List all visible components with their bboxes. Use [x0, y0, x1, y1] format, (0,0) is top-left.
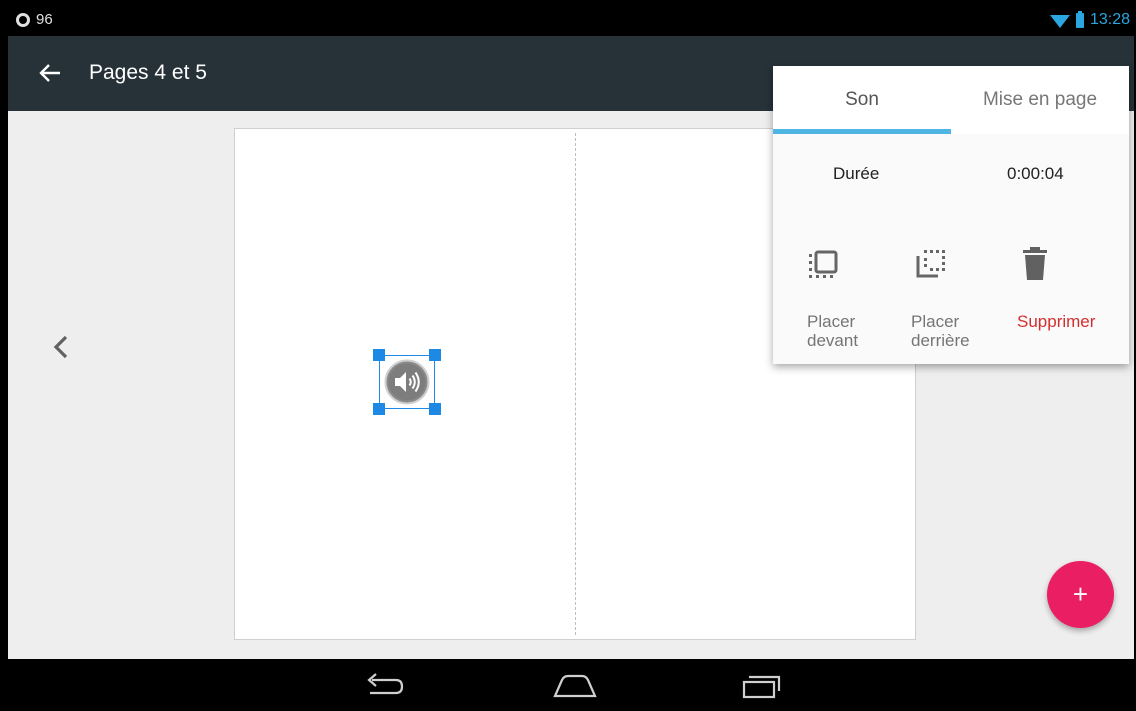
status-bar: 96 13:28 — [8, 8, 1134, 36]
notification-circle-icon — [16, 12, 30, 27]
tab-son[interactable]: Son — [773, 66, 951, 134]
trash-icon — [1021, 246, 1049, 287]
send-back-label-line1: Placer — [911, 312, 960, 331]
chevron-left-icon[interactable] — [46, 329, 76, 365]
duration-label: Durée — [833, 164, 880, 183]
delete-label: Supprimer — [1017, 312, 1096, 331]
add-element-button[interactable]: + — [1047, 561, 1114, 628]
bring-front-icon — [807, 246, 843, 287]
page-fold-divider — [575, 133, 576, 635]
bring-front-label-line2: devant — [807, 331, 859, 350]
element-options-popup: Son Mise en page Durée 0:00:04 Placer de… — [773, 66, 1129, 364]
popup-tabs: Son Mise en page — [773, 66, 1129, 134]
wifi-icon — [1049, 14, 1070, 28]
battery-icon — [1075, 10, 1084, 28]
status-system: 13:28 — [1049, 10, 1130, 29]
back-arrow-icon[interactable] — [38, 58, 64, 88]
status-clock: 13:28 — [1089, 11, 1130, 28]
nav-recents-icon[interactable] — [741, 672, 781, 705]
notification-count: 96 — [36, 11, 53, 28]
send-back-label: Placer derrière — [911, 312, 970, 350]
resize-handle-top-right[interactable] — [429, 349, 441, 361]
page-title: Pages 4 et 5 — [89, 61, 207, 84]
bring-front-label-line1: Placer — [807, 312, 856, 331]
system-nav-bar — [8, 659, 1134, 711]
tab-mise-en-page[interactable]: Mise en page — [951, 66, 1129, 134]
speaker-icon — [384, 359, 430, 405]
nav-home-icon[interactable] — [552, 672, 598, 705]
screen: 96 13:28 Pages 4 et 5 + Son Mise en page… — [0, 0, 1136, 711]
active-tab-indicator — [773, 129, 951, 134]
status-notifications: 96 — [16, 11, 53, 28]
resize-handle-bottom-right[interactable] — [429, 403, 441, 415]
sound-element[interactable] — [373, 349, 441, 415]
bring-front-label: Placer devant — [807, 312, 858, 350]
duration-value: 0:00:04 — [1007, 164, 1064, 183]
send-back-label-line2: derrière — [911, 331, 970, 350]
nav-back-icon[interactable] — [362, 672, 406, 705]
send-back-icon — [914, 246, 950, 287]
